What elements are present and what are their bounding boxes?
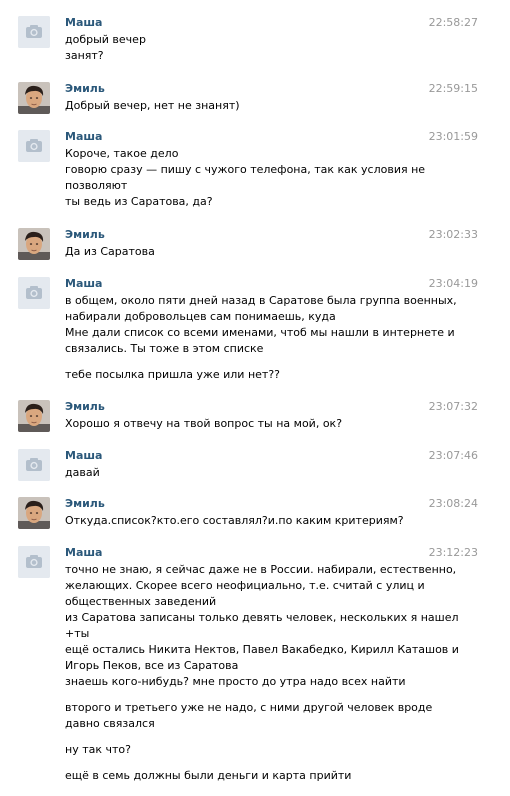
message-body: Короче, такое дело говорю сразу — пишу с … xyxy=(65,146,445,210)
message-author[interactable]: Эмиль xyxy=(65,228,105,242)
message-text-line: давай xyxy=(65,466,100,479)
avatar[interactable] xyxy=(18,228,50,260)
camera-icon[interactable] xyxy=(18,277,50,309)
message-text-line: общественных заведений xyxy=(65,595,217,608)
message-time[interactable]: 22:58:27 xyxy=(429,16,478,30)
message-body: давай xyxy=(65,465,445,481)
message-time[interactable]: 23:04:19 xyxy=(429,277,478,291)
message-time[interactable]: 23:01:59 xyxy=(429,130,478,144)
camera-icon[interactable] xyxy=(18,546,50,578)
message-text-line: ещё в семь должны были деньги и карта пр… xyxy=(65,769,352,782)
message-text-line: ну так что? xyxy=(65,743,131,756)
message-text-line: добрый вечер xyxy=(65,33,146,46)
message-author[interactable]: Эмиль xyxy=(65,82,105,96)
message-time[interactable]: 23:02:33 xyxy=(429,228,478,242)
message-author[interactable]: Эмиль xyxy=(65,497,105,511)
message-text-line: точно не знаю, я сейчас даже не в России… xyxy=(65,563,457,576)
message-body: добрый вечер занят? xyxy=(65,32,445,64)
message-body: Хорошо я отвечу на твой вопрос ты на мой… xyxy=(65,416,445,432)
camera-icon[interactable] xyxy=(18,449,50,481)
message-text-line: +ты xyxy=(65,627,90,640)
message-author[interactable]: Маша xyxy=(65,277,102,291)
camera-icon[interactable] xyxy=(18,130,50,162)
message-text-line: давно связался xyxy=(65,717,155,730)
message-text-line: Хорошо я отвечу на твой вопрос ты на мой… xyxy=(65,417,343,430)
message-time[interactable]: 23:07:46 xyxy=(429,449,478,463)
message-text-line: говорю сразу — пишу с чужого телефона, т… xyxy=(65,163,426,176)
message-author[interactable]: Маша xyxy=(65,16,102,30)
message-author[interactable]: Маша xyxy=(65,130,102,144)
message-text-line: ещё остались Никита Нектов, Павел Вакабе… xyxy=(65,643,459,656)
message-author[interactable]: Маша xyxy=(65,449,102,463)
avatar[interactable] xyxy=(18,400,50,432)
message-text-line: Мне дали список со всеми именами, чтоб м… xyxy=(65,326,455,339)
message-text-line: Игорь Пеков, все из Саратова xyxy=(65,659,239,672)
message-text-line: Короче, такое дело xyxy=(65,147,179,160)
message-text-line: знаешь кого-нибудь? мне просто до утра н… xyxy=(65,675,406,688)
message-time[interactable]: 23:08:24 xyxy=(429,497,478,511)
message-text-line: Откуда.список?кто.его составлял?и.по как… xyxy=(65,514,404,527)
message-text-line: ты ведь из Саратова, да? xyxy=(65,195,213,208)
message-time[interactable]: 23:07:32 xyxy=(429,400,478,414)
message-time[interactable]: 23:12:23 xyxy=(429,546,478,560)
message-text-line: Добрый вечер, нет не знанят) xyxy=(65,99,240,112)
message-text-line: набирали добровольцев сам понимаешь, куд… xyxy=(65,310,336,323)
message-text-line: второго и третьего уже не надо, с ними д… xyxy=(65,701,433,714)
message-text-line: желающих. Скорее всего неофициально, т.е… xyxy=(65,579,425,592)
message-body: в общем, около пяти дней назад в Саратов… xyxy=(65,293,457,383)
message-author[interactable]: Маша xyxy=(65,546,102,560)
avatar[interactable] xyxy=(18,497,50,529)
message-history: Маша 22:58:27 добрый вечер занят? Эмиль 22:59… xyxy=(0,0,510,796)
message-body: Добрый вечер, нет не знанят) xyxy=(65,98,445,114)
message-body: Откуда.список?кто.его составлял?и.по как… xyxy=(65,513,445,529)
message-text-line: тебе посылка пришла уже или нет?? xyxy=(65,368,280,381)
message-text-line: позволяют xyxy=(65,179,128,192)
message-author[interactable]: Эмиль xyxy=(65,400,105,414)
message-text-line: Да из Саратова xyxy=(65,245,155,258)
avatar[interactable] xyxy=(18,82,50,114)
message-body: Да из Саратова xyxy=(65,244,445,260)
message-text-line: занят? xyxy=(65,49,104,62)
message-text-line: связались. Ты тоже в этом списке xyxy=(65,342,264,355)
message-text-line: в общем, около пяти дней назад в Саратов… xyxy=(65,294,457,307)
message-time[interactable]: 22:59:15 xyxy=(429,82,478,96)
message-body: точно не знаю, я сейчас даже не в России… xyxy=(65,562,459,784)
camera-icon[interactable] xyxy=(18,16,50,48)
message-text-line: из Саратова записаны только девять челов… xyxy=(65,611,459,624)
